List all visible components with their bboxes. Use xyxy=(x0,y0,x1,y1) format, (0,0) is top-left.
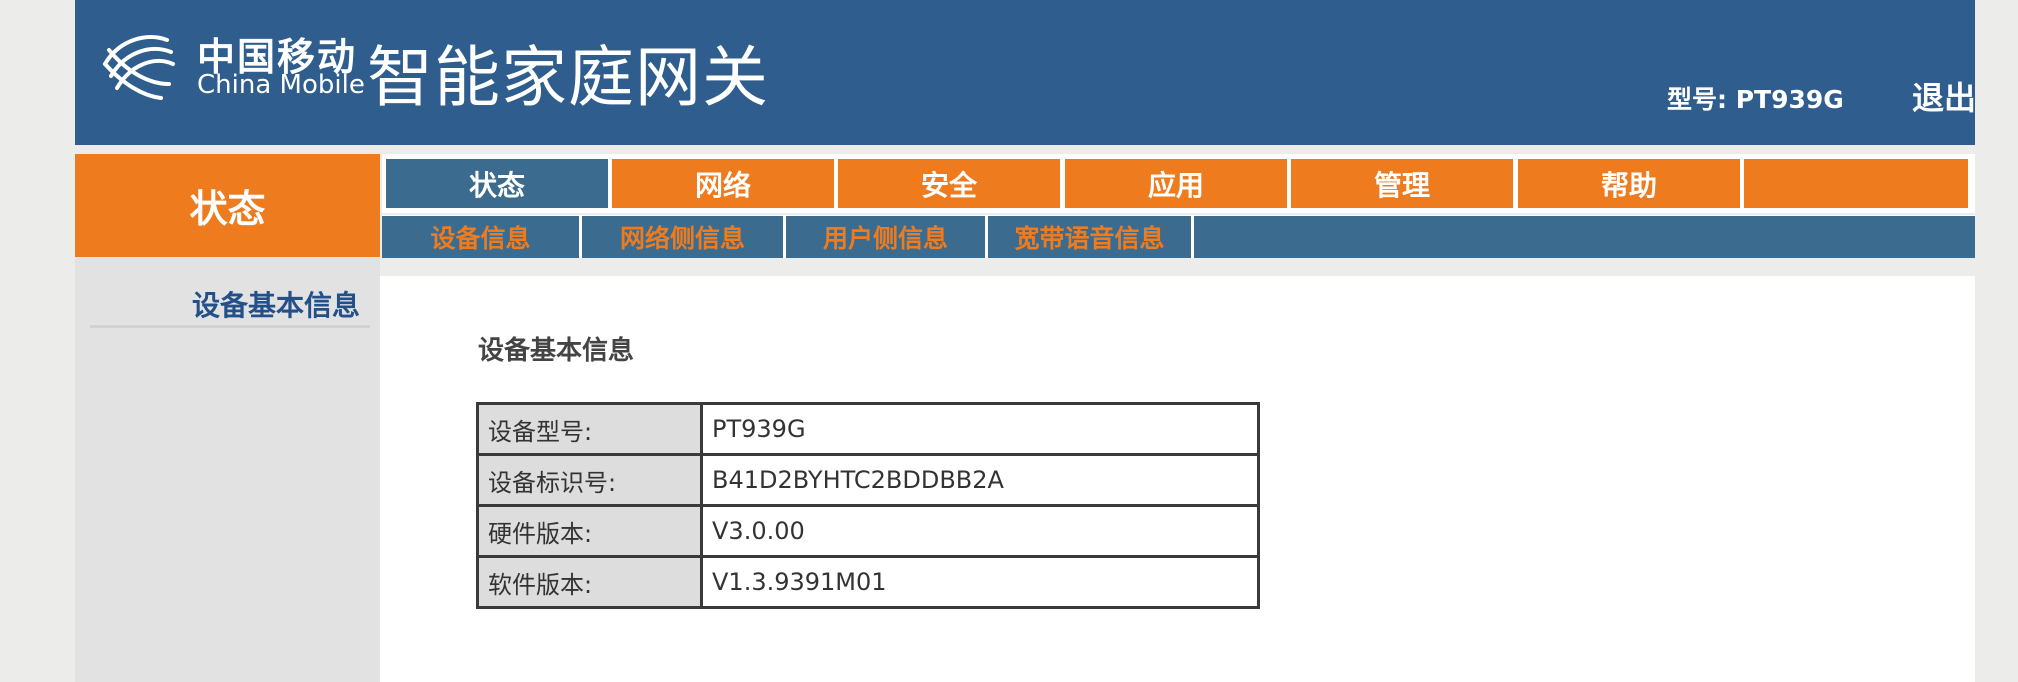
row-label: 软件版本: xyxy=(476,555,703,609)
tab-security[interactable]: 安全 xyxy=(838,159,1060,208)
main-nav: 状态 网络 安全 应用 管理 帮助 xyxy=(382,154,1975,213)
row-value: V1.3.9391M01 xyxy=(700,555,1260,609)
product-title: 智能家庭网关 xyxy=(367,39,769,116)
tab-blank xyxy=(1744,159,1968,208)
table-row: 软件版本: V1.3.9391M01 xyxy=(476,555,1260,609)
sidebar: 设备基本信息 xyxy=(75,257,380,682)
row-label: 设备标识号: xyxy=(476,453,703,507)
table-row: 设备标识号: B41D2BYHTC2BDDBB2A xyxy=(476,453,1260,507)
row-label: 设备型号: xyxy=(476,402,703,456)
header: 中国移动 China Mobile 智能家庭网关 型号: PT939G 退出 xyxy=(75,0,1976,145)
tab-application[interactable]: 应用 xyxy=(1065,159,1287,208)
tab-network[interactable]: 网络 xyxy=(612,159,834,208)
subtab-broadband-voice-info[interactable]: 宽带语音信息 xyxy=(988,216,1194,258)
sidebar-item-device-basic-info[interactable]: 设备基本信息 xyxy=(90,284,370,328)
subtab-user-side-info[interactable]: 用户侧信息 xyxy=(786,216,988,258)
brand-name-en: China Mobile xyxy=(197,70,365,100)
device-info-table: 设备型号: PT939G 设备标识号: B41D2BYHTC2BDDBB2A 硬… xyxy=(476,402,1260,609)
row-label: 硬件版本: xyxy=(476,504,703,558)
section-title: 状态 xyxy=(75,154,380,257)
subtab-network-side-info[interactable]: 网络侧信息 xyxy=(582,216,786,258)
sub-nav: 设备信息 网络侧信息 用户侧信息 宽带语音信息 xyxy=(382,215,1975,258)
logout-link[interactable]: 退出 xyxy=(1912,73,1976,119)
tab-status[interactable]: 状态 xyxy=(386,159,608,208)
page-title: 设备基本信息 xyxy=(478,336,635,366)
table-row: 硬件版本: V3.0.00 xyxy=(476,504,1260,558)
row-value: V3.0.00 xyxy=(700,504,1260,558)
table-row: 设备型号: PT939G xyxy=(476,402,1260,456)
model-label: 型号: PT939G xyxy=(1667,85,1844,114)
subtab-device-info[interactable]: 设备信息 xyxy=(382,216,582,258)
row-value: PT939G xyxy=(700,402,1260,456)
row-value: B41D2BYHTC2BDDBB2A xyxy=(700,453,1260,507)
tab-management[interactable]: 管理 xyxy=(1291,159,1513,208)
content-panel: 设备基本信息 设备型号: PT939G 设备标识号: B41D2BYHTC2BD… xyxy=(380,276,1975,682)
china-mobile-logo-icon xyxy=(103,35,175,100)
router-admin-page: 中国移动 China Mobile 智能家庭网关 型号: PT939G 退出 状… xyxy=(75,0,1976,682)
tab-help[interactable]: 帮助 xyxy=(1518,159,1740,208)
